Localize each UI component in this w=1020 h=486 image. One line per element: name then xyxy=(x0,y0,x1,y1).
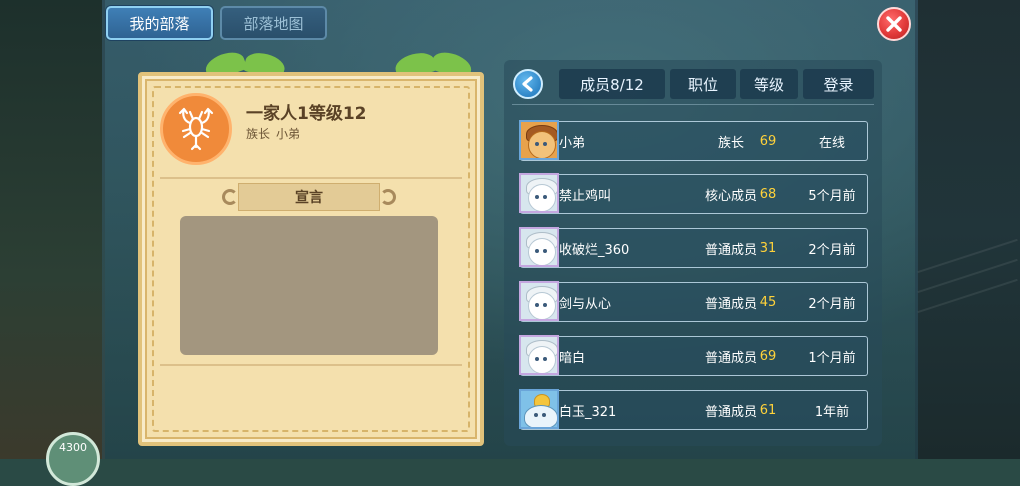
member-avatar[interactable] xyxy=(519,227,559,267)
member-row[interactable]: 剑与从心 普通成员 45 2个月前 xyxy=(519,281,868,322)
member-name: 暗白 xyxy=(559,350,586,366)
member-avatar[interactable] xyxy=(519,335,559,375)
member-name: 收破烂_360 xyxy=(559,242,630,258)
member-name: 禁止鸡叫 xyxy=(559,188,612,204)
member-login: 2个月前 xyxy=(808,296,856,312)
member-name: 白玉_321 xyxy=(559,404,617,420)
scroll-ornament-icon xyxy=(380,189,396,205)
tribe-emblem xyxy=(160,93,232,165)
tribe-leader: 族长 小弟 xyxy=(246,125,306,142)
close-button[interactable] xyxy=(877,7,911,41)
members-count-header[interactable]: 成员8/12 xyxy=(559,69,665,99)
member-level: 68 xyxy=(759,186,777,202)
member-avatar[interactable] xyxy=(519,389,559,429)
member-avatar[interactable] xyxy=(519,120,559,160)
member-login: 2个月前 xyxy=(808,242,856,258)
member-avatar[interactable] xyxy=(519,173,559,213)
lobster-icon xyxy=(178,107,214,151)
declaration-title: 宣言 xyxy=(295,190,323,206)
member-row[interactable]: 白玉_321 普通成员 61 1年前 xyxy=(519,389,868,430)
scroll-ornament-icon xyxy=(222,189,238,205)
member-level: 61 xyxy=(759,402,777,418)
member-level: 45 xyxy=(759,294,777,310)
member-level: 31 xyxy=(759,240,777,256)
level-header[interactable]: 等级 xyxy=(740,69,798,99)
currency-value: 4300 xyxy=(59,441,87,454)
member-row[interactable]: 禁止鸡叫 核心成员 68 5个月前 xyxy=(519,173,868,214)
tab-my-tribe[interactable]: 我的部落 xyxy=(106,6,213,40)
member-name: 剑与从心 xyxy=(559,296,612,312)
member-level: 69 xyxy=(759,348,777,364)
divider xyxy=(160,177,462,179)
member-level: 69 xyxy=(759,133,777,149)
member-name: 小弟 xyxy=(559,135,586,151)
member-login: 在线 xyxy=(818,135,845,151)
position-header[interactable]: 职位 xyxy=(670,69,736,99)
back-button[interactable] xyxy=(513,69,543,99)
login-header[interactable]: 登录 xyxy=(803,69,874,99)
member-login: 1个月前 xyxy=(808,350,856,366)
leader-label: 族长 xyxy=(246,127,271,141)
declaration-banner: 宣言 xyxy=(222,183,396,211)
tribe-name: 一家人1等级12 xyxy=(246,104,367,124)
scene-left-background xyxy=(0,0,105,459)
header-divider xyxy=(512,104,874,105)
member-avatar[interactable] xyxy=(519,281,559,321)
leader-name: 小弟 xyxy=(276,127,301,141)
chevron-left-icon xyxy=(522,76,533,92)
declaration-box[interactable] xyxy=(180,216,438,355)
scene-right-background xyxy=(915,0,1020,459)
member-row[interactable]: 收破烂_360 普通成员 31 2个月前 xyxy=(519,227,868,268)
divider xyxy=(160,364,462,366)
currency-badge[interactable]: 4300 xyxy=(46,432,100,486)
close-icon xyxy=(886,16,902,32)
member-login: 1年前 xyxy=(814,404,850,420)
member-row[interactable]: 小弟 族长 69 在线 xyxy=(519,120,868,161)
member-login: 5个月前 xyxy=(808,188,856,204)
tab-tribe-map[interactable]: 部落地图 xyxy=(220,6,327,40)
member-row[interactable]: 暗白 普通成员 69 1个月前 xyxy=(519,335,868,376)
